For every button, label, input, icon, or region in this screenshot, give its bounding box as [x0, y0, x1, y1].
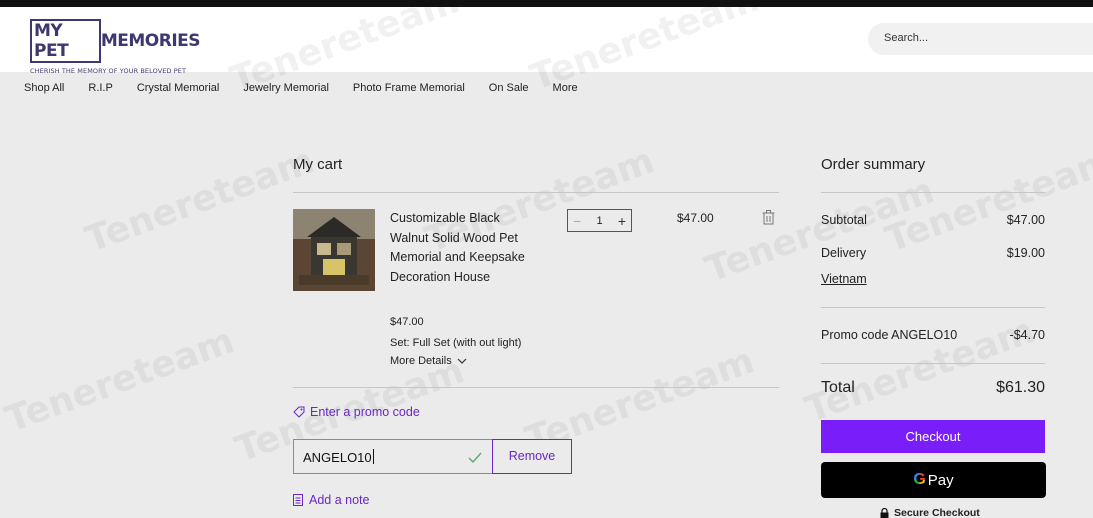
- total-value: $61.30: [996, 379, 1045, 396]
- product-option: Set: Full Set (with out light): [390, 337, 522, 349]
- google-pay-label: Pay: [927, 471, 954, 489]
- product-photo-icon: [293, 209, 375, 291]
- subtotal-label: Subtotal: [821, 213, 867, 227]
- divider: [293, 387, 779, 388]
- promo-code-input[interactable]: ANGELO10: [293, 439, 493, 474]
- enter-promo-code-link[interactable]: Enter a promo code: [293, 405, 420, 419]
- secure-checkout-label: Secure Checkout: [894, 507, 980, 518]
- nav-item-crystal-memorial[interactable]: Crystal Memorial: [137, 72, 220, 106]
- product-name[interactable]: Customizable Black Walnut Solid Wood Pet…: [390, 209, 540, 287]
- nav-item-jewelry-memorial[interactable]: Jewelry Memorial: [243, 72, 329, 106]
- add-note-link[interactable]: Add a note: [293, 493, 369, 507]
- order-summary-title: Order summary: [821, 156, 926, 173]
- trash-icon: [762, 210, 775, 225]
- quantity-value[interactable]: 1: [596, 215, 602, 227]
- text-cursor: [372, 449, 374, 464]
- site-header: MY PET MEMORIES CHERISH THE MEMORY OF YO…: [0, 7, 1093, 75]
- google-g-icon: G: [913, 471, 926, 488]
- total-label: Total: [821, 379, 855, 396]
- delivery-value: $19.00: [1006, 246, 1045, 260]
- more-details-toggle[interactable]: More Details: [390, 355, 467, 367]
- more-details-label: More Details: [390, 355, 452, 367]
- google-pay-button[interactable]: G Pay: [821, 462, 1046, 498]
- check-icon: [468, 450, 482, 468]
- divider: [821, 307, 1045, 308]
- add-note-label: Add a note: [309, 493, 370, 507]
- chevron-down-icon: [457, 358, 467, 364]
- enter-promo-code-label: Enter a promo code: [310, 405, 420, 419]
- product-thumbnail[interactable]: [293, 209, 375, 291]
- site-logo[interactable]: MY PET MEMORIES CHERISH THE MEMORY OF YO…: [30, 19, 201, 75]
- watermark: Tenereteam: [80, 140, 320, 261]
- note-icon: [293, 494, 303, 506]
- nav-item-more[interactable]: More: [553, 72, 578, 106]
- search-input[interactable]: Search...: [868, 23, 1093, 55]
- nav-item-rip[interactable]: R.I.P: [88, 72, 112, 106]
- subtotal-value: $47.00: [1006, 213, 1045, 227]
- line-total: $47.00: [677, 211, 714, 225]
- decrease-quantity-button[interactable]: −: [573, 213, 581, 229]
- divider: [821, 192, 1045, 193]
- checkout-button[interactable]: Checkout: [821, 420, 1045, 453]
- watermark: Tenereteam: [700, 170, 940, 291]
- delivery-row: Delivery $19.00: [821, 246, 1045, 260]
- promo-discount: -$4.70: [1009, 328, 1045, 342]
- product-unit-price: $47.00: [390, 316, 424, 328]
- top-black-bar: [0, 0, 1093, 7]
- divider: [821, 363, 1045, 364]
- logo-word-memories: MEMORIES: [100, 31, 201, 51]
- quantity-stepper[interactable]: − 1 +: [567, 209, 632, 232]
- cart-title: My cart: [293, 156, 343, 173]
- watermark: Tenereteam: [0, 320, 240, 441]
- nav-item-shop-all[interactable]: Shop All: [24, 72, 64, 106]
- lock-icon: [880, 507, 889, 518]
- delivery-label: Delivery: [821, 246, 867, 260]
- secure-checkout-note: Secure Checkout: [880, 507, 980, 518]
- logo-word-my-pet: MY PET: [30, 19, 101, 63]
- remove-item-button[interactable]: [762, 210, 775, 230]
- main-nav: Shop All R.I.P Crystal Memorial Jewelry …: [0, 72, 1093, 106]
- divider: [293, 192, 779, 193]
- nav-item-on-sale[interactable]: On Sale: [489, 72, 529, 106]
- promo-label: Promo code ANGELO10: [821, 328, 958, 342]
- nav-item-photo-frame-memorial[interactable]: Photo Frame Memorial: [353, 72, 465, 106]
- promo-code-value: ANGELO10: [303, 450, 372, 465]
- tag-icon: [293, 406, 305, 418]
- total-row: Total $61.30: [821, 379, 1045, 397]
- increase-quantity-button[interactable]: +: [618, 213, 626, 229]
- remove-promo-button[interactable]: Remove: [492, 439, 572, 474]
- promo-row: Promo code ANGELO10 -$4.70: [821, 328, 1045, 342]
- delivery-country-link[interactable]: Vietnam: [821, 272, 867, 286]
- subtotal-row: Subtotal $47.00: [821, 213, 1045, 227]
